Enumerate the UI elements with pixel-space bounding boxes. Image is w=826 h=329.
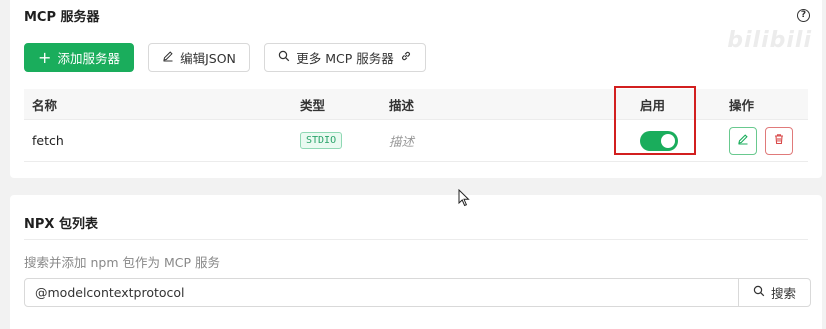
delete-server-button[interactable] xyxy=(765,126,793,155)
server-name: fetch xyxy=(32,133,64,148)
trash-icon xyxy=(773,133,785,148)
link-icon xyxy=(400,50,412,65)
more-mcp-servers-button[interactable]: 更多 MCP 服务器 xyxy=(264,43,426,72)
column-desc: 描述 xyxy=(389,97,415,113)
search-icon xyxy=(753,285,765,300)
server-type-cell: STDIO xyxy=(300,120,343,161)
more-servers-label: 更多 MCP 服务器 xyxy=(296,51,394,66)
edit-json-button[interactable]: 编辑JSON xyxy=(148,43,250,72)
edit-server-button[interactable] xyxy=(729,126,757,155)
add-server-button[interactable]: + 添加服务器 xyxy=(24,43,134,72)
npx-search-box: 搜索 xyxy=(24,278,811,307)
edit-json-label: 编辑JSON xyxy=(180,51,236,66)
plus-icon: + xyxy=(38,47,52,67)
npx-hint-text: 搜索并添加 npm 包作为 MCP 服务 xyxy=(24,255,220,270)
column-type: 类型 xyxy=(300,97,326,113)
npx-search-button[interactable]: 搜索 xyxy=(738,279,810,306)
pencil-icon xyxy=(162,50,174,65)
add-server-label: 添加服务器 xyxy=(57,51,120,66)
search-icon xyxy=(278,50,290,65)
column-name: 名称 xyxy=(32,97,58,113)
mcp-servers-card: MCP 服务器 ? bilibili + 添加服务器 编辑JSON 更多 MCP… xyxy=(10,0,822,178)
server-description[interactable]: 描述 xyxy=(389,131,414,150)
search-button-label: 搜索 xyxy=(770,286,796,301)
help-circle-icon[interactable]: ? xyxy=(797,9,810,22)
enable-highlight-box xyxy=(614,86,696,155)
npx-packages-card: NPX 包列表 搜索并添加 npm 包作为 MCP 服务 搜索 xyxy=(10,195,822,329)
server-ops-cell xyxy=(729,120,793,161)
type-badge: STDIO xyxy=(300,132,343,149)
column-ops: 操作 xyxy=(729,97,755,113)
mcp-card-title: MCP 服务器 xyxy=(24,10,100,25)
npx-card-title: NPX 包列表 xyxy=(24,217,98,232)
pencil-icon xyxy=(737,133,749,148)
server-desc-cell: 描述 xyxy=(389,120,414,161)
divider xyxy=(24,239,808,240)
mouse-cursor-icon xyxy=(458,188,470,211)
bilibili-watermark: bilibili xyxy=(727,28,812,53)
npx-search-input[interactable] xyxy=(25,279,738,306)
